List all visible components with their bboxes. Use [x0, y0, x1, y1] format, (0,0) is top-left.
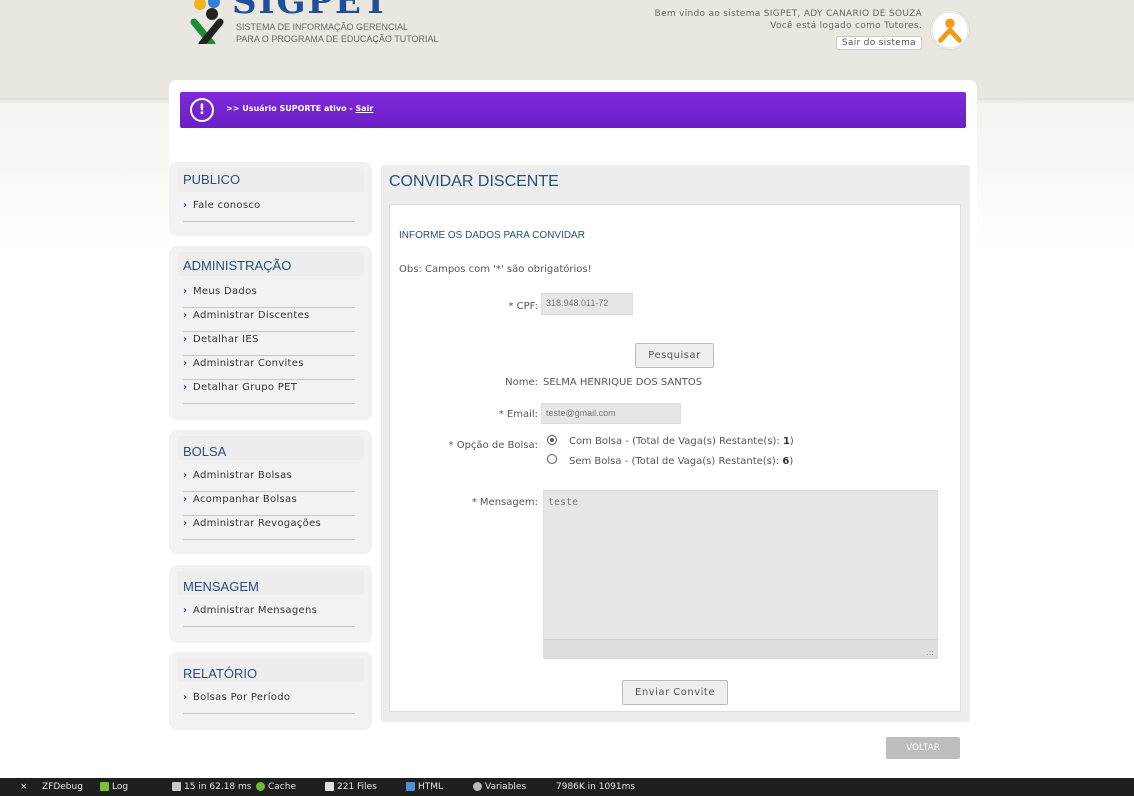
panel-administracao: ADMINISTRAÇÃO › Meus Dados › Administrar D… — [169, 246, 372, 420]
panel-mensagem: MENSAGEM › Administrar Mensagens — [169, 565, 372, 643]
logo-people-icon — [190, 0, 224, 44]
sidebar-item-meus-dados[interactable]: › Meus Dados — [183, 286, 355, 308]
nome-label: Nome: — [505, 377, 538, 388]
files-icon — [325, 782, 334, 791]
nome-value: SELMA HENRIQUE DOS SANTOS — [543, 377, 703, 388]
section-title: INFORME OS DADOS PARA CONVIDAR — [399, 230, 585, 241]
chevron-right-icon: › — [183, 605, 188, 616]
required-fields-note: Obs: Campos com '*' são obrigatórios! — [399, 264, 592, 275]
email-label: * Email: — [498, 409, 538, 420]
sidebar-item-detalhar-ies[interactable]: › Detalhar IES — [183, 334, 355, 356]
sidebar-item-administrar-mensagens[interactable]: › Administrar Mensagens — [183, 605, 355, 627]
logo-subtitle-2: PARA O PROGRAMA DE EDUCAÇÃO TUTORIAL — [236, 34, 439, 44]
sidebar-item-administrar-bolsas[interactable]: › Administrar Bolsas — [183, 470, 355, 492]
panel-publico-title: PUBLICO — [183, 172, 241, 187]
debug-variables[interactable]: Variables — [473, 778, 526, 796]
mensagem-textarea[interactable]: teste — [543, 490, 938, 659]
cpf-field[interactable]: 318.948.011-72 — [541, 293, 633, 315]
panel-mensagem-title: MENSAGEM — [183, 579, 259, 594]
chevron-right-icon: › — [183, 494, 188, 505]
user-avatar-icon — [930, 10, 970, 50]
send-invite-button[interactable]: Enviar Convite — [622, 680, 728, 705]
logo-text: SIGPET — [232, 0, 391, 22]
debug-files[interactable]: 221 Files — [325, 778, 377, 796]
sidebar-item-fale-conosco[interactable]: › Fale conosco — [183, 200, 355, 222]
cpf-label: * CPF: — [508, 301, 538, 312]
chevron-right-icon: › — [183, 310, 188, 321]
panel-publico: PUBLICO › Fale conosco — [169, 162, 372, 236]
debug-memory: 7986K in 1091ms — [556, 782, 636, 792]
cache-icon — [256, 782, 265, 791]
panel-relatorio-title: RELATÓRIO — [183, 666, 258, 681]
panel-administracao-title: ADMINISTRAÇÃO — [183, 258, 292, 273]
email-field[interactable]: teste@gmail.com — [541, 403, 681, 424]
html-icon — [406, 782, 415, 791]
sidebar-item-administrar-convites[interactable]: › Administrar Convites — [183, 358, 355, 380]
database-icon — [172, 782, 181, 791]
chevron-right-icon: › — [183, 518, 188, 529]
debug-close-button[interactable]: × — [20, 778, 28, 796]
radio-com-bolsa-label: Com Bolsa - (Total de Vaga(s) Restante(s… — [569, 436, 794, 447]
mensagem-label: * Mensagem: — [471, 497, 538, 508]
chevron-right-icon: › — [183, 470, 188, 481]
chevron-right-icon: › — [183, 286, 188, 297]
sidebar-item-bolsas-por-periodo[interactable]: › Bolsas Por Período — [183, 692, 355, 714]
welcome-block: Bem vindo ao sistema SIGPET, ADY CANARIO… — [655, 8, 922, 50]
bolsa-option-label: * Opção de Bolsa: — [448, 440, 538, 451]
logout-button[interactable]: Sair do sistema — [835, 36, 922, 50]
zfdebug-bar: × ZFDebug Log 15 in 62.18 ms Cache 221 F… — [0, 778, 1134, 796]
chevron-right-icon: › — [183, 358, 188, 369]
chevron-right-icon: › — [183, 200, 188, 211]
radio-sem-bolsa[interactable] — [547, 454, 557, 464]
panel-relatorio: RELATÓRIO › Bolsas Por Período — [169, 652, 372, 730]
exclamation-icon: ! — [190, 98, 214, 122]
debug-html[interactable]: HTML — [406, 778, 443, 796]
chevron-right-icon: › — [183, 692, 188, 703]
variables-icon — [473, 782, 482, 791]
panel-bolsa-title: BOLSA — [183, 444, 227, 459]
radio-sem-bolsa-label: Sem Bolsa - (Total de Vaga(s) Restante(s… — [569, 456, 794, 467]
chevron-right-icon: › — [183, 382, 188, 393]
support-alert-bar: ! >> Usuário SUPORTE ativo - Sair — [180, 92, 966, 128]
debug-log[interactable]: Log — [100, 778, 128, 796]
welcome-line-1: Bem vindo ao sistema SIGPET, ADY CANARIO… — [654, 9, 922, 19]
debug-cache[interactable]: Cache — [256, 778, 296, 796]
log-icon — [100, 782, 109, 791]
sidebar-item-administrar-discentes[interactable]: › Administrar Discentes — [183, 310, 355, 332]
back-button[interactable]: VOLTAR — [886, 737, 960, 759]
sidebar-item-acompanhar-bolsas[interactable]: › Acompanhar Bolsas — [183, 494, 355, 516]
page-title: CONVIDAR DISCENTE — [389, 173, 559, 190]
alert-prefix: >> Usuário SUPORTE ativo - — [226, 104, 356, 113]
chevron-right-icon: › — [183, 334, 188, 345]
welcome-line-2: Você está logado como Tutores. — [770, 21, 922, 31]
logo-subtitle-1: SISTEMA DE INFORMAÇÃO GERENCIAL — [236, 22, 409, 32]
radio-com-bolsa[interactable] — [547, 435, 557, 445]
debug-database[interactable]: 15 in 62.18 ms — [172, 778, 251, 796]
search-button[interactable]: Pesquisar — [635, 343, 714, 368]
alert-text: >> Usuário SUPORTE ativo - Sair — [226, 104, 373, 113]
sidebar-item-detalhar-grupo-pet[interactable]: › Detalhar Grupo PET — [183, 382, 355, 404]
resize-handle-icon[interactable]: .:: — [926, 648, 934, 657]
alert-exit-link[interactable]: Sair — [356, 104, 374, 113]
debug-zfdebug[interactable]: ZFDebug — [42, 778, 83, 796]
textarea-footer: .:: — [543, 639, 938, 659]
sidebar-item-administrar-revogacoes[interactable]: › Administrar Revogações — [183, 518, 355, 540]
